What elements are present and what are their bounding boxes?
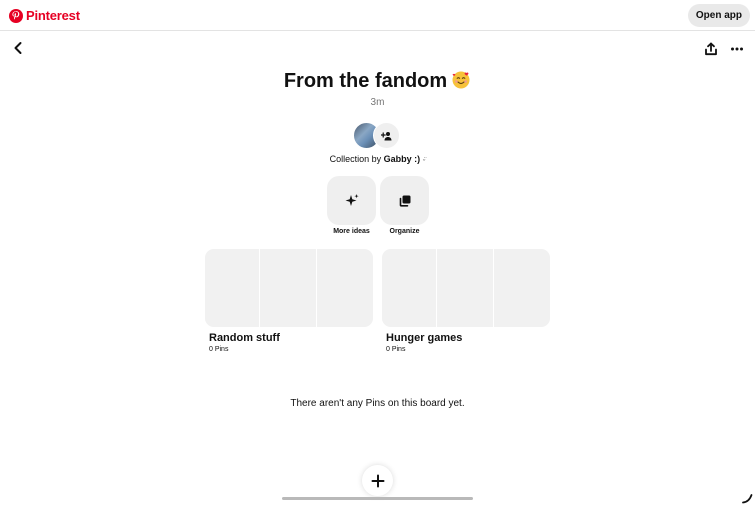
share-icon (705, 42, 717, 56)
board-title-row: From the fandom (0, 70, 755, 93)
collection-by-prefix: Collection by (329, 154, 384, 164)
empty-board-message: There aren't any Pins on this board yet. (290, 398, 465, 409)
add-collaborator-button[interactable] (373, 122, 400, 149)
top-bar: Pinterest Open app (0, 0, 755, 31)
section-card[interactable]: Random stuff 0 Pins (205, 249, 373, 353)
section-cover[interactable] (205, 249, 373, 327)
smiling-face-with-hearts-icon (451, 70, 471, 90)
more-ideas-label: More ideas (333, 228, 370, 235)
pinterest-logo-text: Pinterest (26, 8, 80, 23)
plus-icon (371, 474, 384, 487)
open-app-button[interactable]: Open app (687, 4, 750, 27)
collaborators (353, 122, 401, 149)
pinterest-logo-icon (9, 8, 23, 23)
home-indicator[interactable] (282, 497, 473, 500)
board-updated-time: 3m (370, 97, 385, 108)
add-pin-button[interactable] (362, 465, 393, 496)
more-options-button[interactable] (727, 39, 747, 59)
section-pin-count: 0 Pins (209, 346, 229, 353)
chevron-left-icon (14, 42, 22, 54)
organize-button[interactable]: Organize (380, 176, 429, 235)
back-button[interactable] (8, 38, 28, 58)
organize-icon (399, 195, 410, 207)
collection-by-line: Collection by Gabby :) ᵕ̈ (0, 154, 755, 164)
section-name: Hunger games (386, 332, 463, 344)
organize-label: Organize (389, 228, 420, 235)
section-pin-count: 0 Pins (386, 346, 406, 353)
resize-handle-icon[interactable] (741, 491, 753, 504)
section-cover[interactable] (382, 249, 550, 327)
more-ideas-tile[interactable] (327, 176, 376, 225)
section-name: Random stuff (209, 332, 280, 344)
organize-tile[interactable] (380, 176, 429, 225)
more-ideas-button[interactable]: More ideas (327, 176, 376, 235)
board-owner-name[interactable]: Gabby :) (384, 154, 421, 164)
sparkle-icon (345, 193, 359, 206)
section-card[interactable]: Hunger games 0 Pins (382, 249, 550, 353)
add-person-icon (380, 131, 391, 140)
pinterest-logo[interactable]: Pinterest (9, 7, 80, 24)
ellipsis-icon (731, 47, 743, 51)
owner-name-decoration: ᵕ̈ (422, 157, 426, 164)
share-button[interactable] (701, 39, 721, 59)
board-title: From the fandom (283, 70, 448, 92)
